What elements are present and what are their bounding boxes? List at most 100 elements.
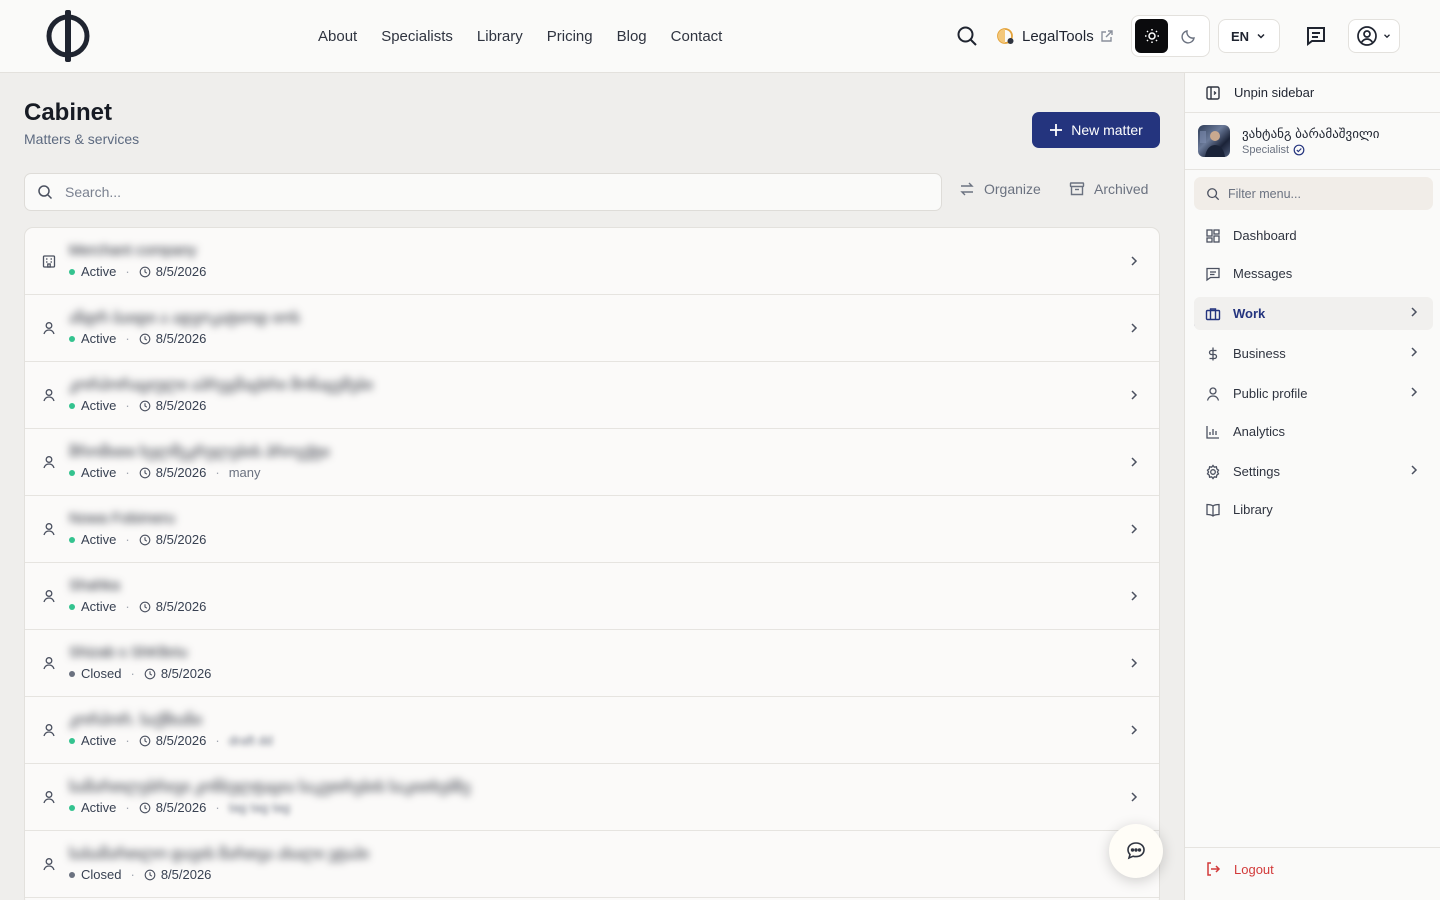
page-subtitle: Matters & services [24, 131, 140, 147]
sidebar-item-settings[interactable]: Settings [1194, 455, 1433, 488]
messages-button[interactable] [1302, 22, 1330, 50]
separator: · [125, 800, 130, 815]
table-row[interactable]: Shahka Active · 8/5/2026 [25, 563, 1159, 630]
logo-icon[interactable] [44, 8, 92, 64]
book-icon [1205, 502, 1221, 518]
search-icon [38, 185, 53, 200]
account-menu[interactable] [1348, 19, 1400, 53]
matters-list: Merchant company Active · 8/5/2026 ანდრ ბაიდ… [24, 227, 1160, 900]
separator: · [215, 465, 220, 480]
message-icon [1205, 266, 1221, 282]
row-meta: Active · 8/5/2026 [69, 331, 206, 346]
status-dot [69, 603, 75, 610]
avatar-image-icon [1200, 131, 1225, 157]
row-date: 8/5/2026 [155, 733, 207, 748]
row-meta: Active · 8/5/2026 [69, 532, 206, 547]
row-title: Shahka [69, 577, 120, 594]
chevron-right-icon [1407, 345, 1421, 362]
legaltools-link[interactable]: LegalTools [996, 24, 1114, 48]
nav-blog[interactable]: Blog [617, 28, 647, 45]
separator: · [125, 398, 130, 413]
chevron-right-icon [1125, 654, 1143, 672]
logout-icon [1207, 862, 1221, 876]
search-icon[interactable] [955, 24, 979, 48]
theme-toggle [1131, 15, 1210, 57]
separator: · [130, 867, 135, 882]
row-tag: draft dd [228, 733, 273, 748]
legaltools-icon [997, 28, 1014, 44]
logout-button[interactable]: Logout [1205, 861, 1274, 877]
sort-arrows-icon [960, 182, 974, 196]
chevron-right-icon [1125, 520, 1143, 538]
sidebar-item-public-profile[interactable]: Public profile [1194, 377, 1433, 410]
organize-button[interactable]: Organize [959, 181, 1041, 197]
nav-specialists[interactable]: Specialists [381, 28, 453, 45]
status-badge: Active [81, 398, 117, 413]
archive-icon [1069, 182, 1085, 196]
chevron-down-icon [1257, 33, 1265, 39]
language-value: EN [1230, 28, 1250, 44]
status-badge: Active [81, 465, 117, 480]
plus-icon [1050, 124, 1063, 136]
status-dot [69, 737, 75, 744]
dark-theme-button[interactable] [1172, 19, 1205, 53]
status-dot [69, 871, 75, 878]
row-meta: Active · 8/5/2026 · draft dd [69, 733, 273, 748]
sidebar-item-work[interactable]: Work [1194, 297, 1433, 330]
top-header: About Specialists Library Pricing Blog C… [0, 0, 1440, 73]
row-title: სასამართლო დავის მართვა ახალი ეტაპი [69, 846, 369, 863]
table-row[interactable]: სამართლებრივი კონსულტაცია საკუთრების საკ… [25, 764, 1159, 831]
row-title: კორპორ. საქმიანი [69, 712, 203, 729]
table-row[interactable]: Nowa Fobimeru Active · 8/5/2026 [25, 496, 1159, 563]
table-row[interactable]: კორპორაციული აპრეგმაცხრი მონაცემები Activ… [25, 362, 1159, 429]
nav-library[interactable]: Library [477, 28, 523, 45]
sidebar-item-business[interactable]: Business [1194, 337, 1433, 370]
table-row[interactable]: სასამართლო დავის მართვა ახალი ეტაპი Close… [25, 831, 1159, 898]
separator: · [125, 264, 130, 279]
clock-icon [139, 333, 151, 345]
row-date: 8/5/2026 [155, 398, 207, 413]
search-input[interactable] [65, 184, 905, 200]
sidebar-item-label: Settings [1233, 464, 1280, 479]
new-matter-button[interactable]: New matter [1032, 112, 1160, 148]
sidebar-item-label: Work [1233, 306, 1266, 321]
profile-card[interactable]: ვახტანგ ბარამაშვილი Specialist [1185, 113, 1440, 170]
row-title: ანდრ ბაიდი ა ადვოკატიოდ იოს [69, 310, 300, 327]
right-sidebar: Unpin sidebar ვახტანგ ბარამაშვილი Specia… [1184, 73, 1440, 900]
sidebar-item-label: Public profile [1233, 386, 1308, 401]
filter-menu-input[interactable] [1228, 186, 1428, 201]
table-row[interactable]: ანდრ ბაიდი ა ადვოკატიოდ იოს Active · 8/5/20… [25, 295, 1159, 362]
nav-about[interactable]: About [318, 28, 357, 45]
profile-role: Specialist [1242, 144, 1305, 156]
chat-support-button[interactable] [1109, 824, 1163, 878]
profile-role-label: Specialist [1242, 144, 1290, 156]
language-select[interactable]: EN [1218, 19, 1280, 53]
person-icon [40, 520, 58, 538]
sidebar-item-library[interactable]: Library [1194, 493, 1433, 526]
sidebar-item-analytics[interactable]: Analytics [1194, 415, 1433, 448]
status-badge: Active [81, 331, 117, 346]
person-icon [40, 654, 58, 672]
clock-icon [139, 601, 151, 613]
table-row[interactable]: შრომითი ხელშეკრულების პროექტი Active · 8/5/… [25, 429, 1159, 496]
main-nav: About Specialists Library Pricing Blog C… [318, 0, 722, 72]
filter-menu-bar [1194, 177, 1433, 210]
table-row[interactable]: Merchant company Active · 8/5/2026 [25, 228, 1159, 295]
sidebar-item-messages[interactable]: Messages [1194, 257, 1433, 290]
clock-icon [139, 534, 151, 546]
row-date: 8/5/2026 [160, 666, 212, 681]
verified-badge-icon [1293, 144, 1305, 156]
person-icon [40, 319, 58, 337]
row-date: 8/5/2026 [155, 465, 207, 480]
nav-pricing[interactable]: Pricing [547, 28, 593, 45]
table-row[interactable]: Shizab s ShKlbriu Closed · 8/5/2026 [25, 630, 1159, 697]
light-theme-button[interactable] [1135, 19, 1168, 53]
chevron-down-icon [1384, 34, 1390, 39]
page-title: Cabinet [24, 99, 113, 126]
chevron-right-icon [1125, 319, 1143, 337]
sidebar-item-dashboard[interactable]: Dashboard [1194, 219, 1433, 252]
nav-contact[interactable]: Contact [671, 28, 723, 45]
archived-button[interactable]: Archived [1069, 181, 1148, 197]
unpin-sidebar-button[interactable]: Unpin sidebar [1185, 73, 1440, 113]
table-row[interactable]: კორპორ. საქმიანი Active · 8/5/2026 · draft dd [25, 697, 1159, 764]
